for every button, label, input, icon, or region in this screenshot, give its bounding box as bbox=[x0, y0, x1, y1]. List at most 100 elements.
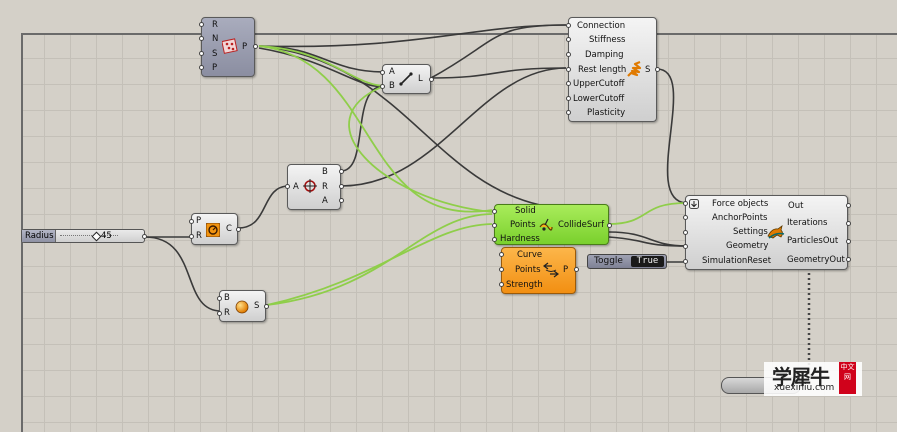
springs-port-connection[interactable] bbox=[566, 23, 571, 28]
kangaroo-port-iterations[interactable] bbox=[846, 221, 851, 226]
wire-collide-to-kangaroo-geometry-2 bbox=[608, 231, 687, 247]
kangaroo-port-particlesout[interactable] bbox=[846, 239, 851, 244]
circle-output-a: A bbox=[322, 196, 328, 206]
pc-port-p[interactable] bbox=[189, 219, 194, 224]
curvepull-port-strength[interactable] bbox=[499, 282, 504, 287]
kangaroo-output-iterations: Iterations bbox=[787, 218, 828, 228]
pc-port-out[interactable] bbox=[236, 227, 241, 232]
line-port-a[interactable] bbox=[380, 70, 385, 75]
kangaroo-port-force-objects[interactable] bbox=[683, 201, 688, 206]
kangaroo-port-geometry[interactable] bbox=[683, 244, 688, 249]
mesh-port-s[interactable] bbox=[199, 51, 204, 56]
wire-selected-sphere-to-collide bbox=[266, 213, 493, 306]
collide-icon bbox=[539, 218, 553, 231]
springs-input-uppercutoff: UpperCutoff bbox=[573, 79, 625, 89]
collide-port-hardness[interactable] bbox=[492, 237, 497, 242]
mesh-input-n: N bbox=[212, 34, 219, 44]
springs-port-rest-length[interactable] bbox=[566, 67, 571, 72]
pc-output-c: C bbox=[226, 224, 232, 234]
collide-port-out[interactable] bbox=[607, 223, 612, 228]
kangaroo-output-out: Out bbox=[788, 201, 804, 211]
mesh-input-p: P bbox=[212, 63, 218, 73]
pc-port-r[interactable] bbox=[189, 234, 194, 239]
kangaroo-output-particlesout: ParticlesOut bbox=[787, 236, 839, 246]
kangaroo-port-anchorpoints[interactable] bbox=[683, 215, 688, 220]
kangaroo-output-geometryout: GeometryOut bbox=[787, 255, 845, 265]
curvepull-port-points[interactable] bbox=[499, 267, 504, 272]
springs-port-lowercutoff[interactable] bbox=[566, 96, 571, 101]
curvepull-input-points: Points bbox=[515, 265, 541, 275]
mesh-port-r[interactable] bbox=[199, 22, 204, 27]
collide-surf-component[interactable]: Solid Points Hardness CollideSurf bbox=[492, 204, 612, 245]
sphere-port-b[interactable] bbox=[217, 296, 222, 301]
curvepull-output-p: P bbox=[563, 265, 569, 275]
wire-pc-to-circle bbox=[237, 185, 290, 229]
line-component[interactable]: A B L bbox=[380, 64, 434, 94]
slider-label: Radius bbox=[22, 230, 56, 242]
sphere-component[interactable]: B R S bbox=[217, 290, 269, 322]
toggle-label: Toggle bbox=[594, 256, 623, 266]
curve-pull-component[interactable]: Curve Points Strength P bbox=[499, 247, 579, 294]
springs-port-uppercutoff[interactable] bbox=[566, 81, 571, 86]
mesh-component[interactable]: R N S P P bbox=[199, 17, 258, 77]
curvepull-port-out[interactable] bbox=[574, 267, 579, 272]
mesh-input-s: S bbox=[212, 49, 218, 59]
circle-port-a[interactable] bbox=[285, 184, 290, 189]
springs-port-damping[interactable] bbox=[566, 52, 571, 57]
circle-port-b[interactable] bbox=[339, 169, 344, 174]
kangaroo-port-out[interactable] bbox=[846, 203, 851, 208]
mesh-icon bbox=[222, 38, 238, 54]
springs-component[interactable]: Connection Stiffness Damping Rest length… bbox=[566, 17, 660, 122]
mesh-port-out[interactable] bbox=[253, 44, 258, 49]
watermark-seal: 中文网 bbox=[839, 362, 856, 394]
curvepull-input-curve: Curve bbox=[517, 250, 543, 260]
kangaroo-port-geometryout[interactable] bbox=[846, 257, 851, 262]
kangaroo-port-settings[interactable] bbox=[683, 230, 688, 235]
wire-springs-to-kangaroo bbox=[656, 68, 687, 204]
circle-output-r: R bbox=[322, 182, 328, 192]
circle-port-r[interactable] bbox=[339, 184, 344, 189]
springs-port-out[interactable] bbox=[655, 67, 660, 72]
boolean-toggle[interactable]: Toggle True bbox=[587, 254, 667, 269]
radius-slider[interactable]: Radius 45 bbox=[21, 229, 147, 243]
springs-input-damping: Damping bbox=[585, 50, 624, 60]
circle-cnr-component[interactable]: A B R A bbox=[285, 164, 344, 210]
wire-selected-sphere-to-collide-2 bbox=[266, 223, 493, 306]
line-port-b[interactable] bbox=[380, 84, 385, 89]
springs-input-rest-length: Rest length bbox=[578, 65, 627, 75]
circle-point-icon bbox=[206, 223, 220, 237]
pc-input-r: R bbox=[196, 231, 202, 241]
slider-knob[interactable] bbox=[91, 231, 102, 242]
sphere-port-r[interactable] bbox=[217, 311, 222, 316]
circle-output-b: B bbox=[322, 167, 328, 177]
line-port-out[interactable] bbox=[429, 77, 434, 82]
collide-input-hardness: Hardness bbox=[500, 234, 540, 244]
sphere-port-out[interactable] bbox=[264, 304, 269, 309]
site-watermark: 学犀牛 中文网 xuexiniu.com bbox=[764, 362, 862, 396]
toggle-value[interactable]: True bbox=[631, 256, 664, 267]
circle-port-a-out[interactable] bbox=[339, 198, 344, 203]
circle-icon bbox=[303, 179, 317, 193]
watermark-url: xuexiniu.com bbox=[774, 383, 835, 393]
slider-port-out[interactable] bbox=[142, 234, 147, 239]
pc-input-p: P bbox=[196, 216, 202, 226]
curvepull-port-curve[interactable] bbox=[499, 252, 504, 257]
springs-port-plasticity[interactable] bbox=[566, 110, 571, 115]
expand-arrow-icon[interactable] bbox=[689, 199, 699, 209]
collide-input-points: Points bbox=[510, 220, 536, 230]
mesh-port-p[interactable] bbox=[199, 65, 204, 70]
springs-output-s: S bbox=[645, 65, 651, 75]
wire-mesh-to-line-b-dark bbox=[258, 47, 385, 88]
collide-port-solid[interactable] bbox=[492, 209, 497, 214]
collide-port-points[interactable] bbox=[492, 223, 497, 228]
line-output-l: L bbox=[418, 74, 423, 84]
pc-component[interactable]: P R C bbox=[189, 213, 241, 245]
kangaroo-component[interactable]: Force objects AnchorPoints Settings Geom… bbox=[683, 195, 851, 270]
springs-input-stiffness: Stiffness bbox=[589, 35, 626, 45]
kangaroo-port-simulationreset[interactable] bbox=[683, 259, 688, 264]
mesh-port-n[interactable] bbox=[199, 36, 204, 41]
wire-selected-line-loop bbox=[348, 85, 493, 213]
springs-port-stiffness[interactable] bbox=[566, 37, 571, 42]
line-icon bbox=[399, 72, 413, 86]
grasshopper-canvas[interactable]: R N S P P A B L A B R A P R C B R S Conn… bbox=[0, 0, 897, 432]
